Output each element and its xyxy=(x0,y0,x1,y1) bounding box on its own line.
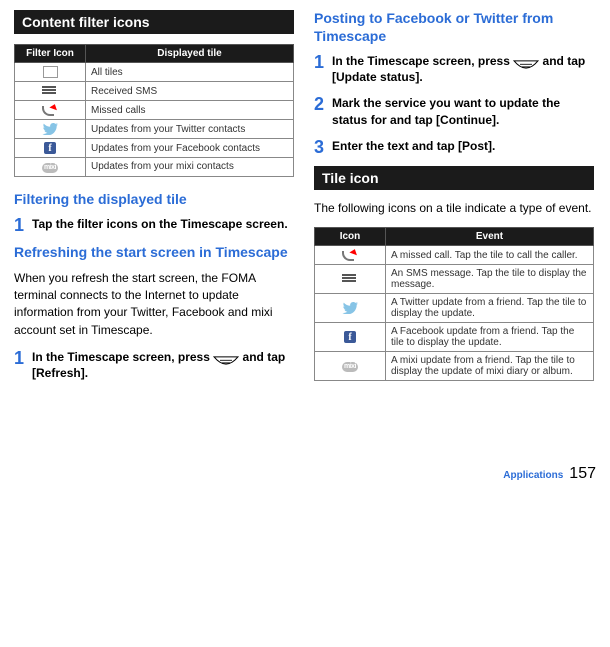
table-cell: An SMS message. Tap the tile to display … xyxy=(386,265,594,294)
twitter-icon xyxy=(342,302,358,314)
step-number: 3 xyxy=(314,138,324,156)
step-number: 1 xyxy=(14,216,24,234)
sms-icon xyxy=(42,85,58,97)
table-header-displayed-tile: Displayed tile xyxy=(86,45,294,63)
filtering-step-1: 1 Tap the filter icons on the Timescape … xyxy=(14,216,294,234)
table-cell: Updates from your Twitter contacts xyxy=(86,120,294,139)
table-cell: A mixi update from a friend. Tap the til… xyxy=(386,352,594,381)
table-cell: All tiles xyxy=(86,63,294,82)
missed-call-icon xyxy=(342,249,358,261)
posting-step-1: 1 In the Timescape screen, press and tap… xyxy=(314,53,594,85)
table-cell: Missed calls xyxy=(86,101,294,120)
table-header-icon: Icon xyxy=(315,228,386,246)
table-row: An SMS message. Tap the tile to display … xyxy=(315,265,594,294)
tile-icon-heading: Tile icon xyxy=(314,166,594,190)
table-header-event: Event xyxy=(386,228,594,246)
refreshing-heading: Refreshing the start screen in Timescape xyxy=(14,244,294,262)
left-column: Content filter icons Filter Icon Display… xyxy=(14,10,294,395)
tile-icon-body: The following icons on a tile indicate a… xyxy=(314,200,594,217)
step-text: Tap the filter icons on the Timescape sc… xyxy=(32,216,288,232)
facebook-icon: f xyxy=(44,142,56,154)
table-row: A missed call. Tap the tile to call the … xyxy=(315,246,594,265)
step-number: 1 xyxy=(14,349,24,367)
page-footer: Applications 157 xyxy=(0,465,610,493)
table-row: Updates from your Twitter contacts xyxy=(15,120,294,139)
table-row: f Updates from your Facebook contacts xyxy=(15,139,294,158)
table-cell: A Facebook update from a friend. Tap the… xyxy=(386,323,594,352)
refreshing-body: When you refresh the start screen, the F… xyxy=(14,270,294,340)
mixi-icon: mixi xyxy=(42,163,58,173)
missed-call-icon xyxy=(42,104,58,116)
table-row: f A Facebook update from a friend. Tap t… xyxy=(315,323,594,352)
table-row: mixi A mixi update from a friend. Tap th… xyxy=(315,352,594,381)
table-row: Missed calls xyxy=(15,101,294,120)
step-text: In the Timescape screen, press and tap [… xyxy=(32,349,294,381)
posting-step-3: 3 Enter the text and tap [Post]. xyxy=(314,138,594,156)
menu-key-icon xyxy=(513,57,539,73)
table-row: All tiles xyxy=(15,63,294,82)
step-text: Mark the service you want to update the … xyxy=(332,95,594,127)
table-row: mixi Updates from your mixi contacts xyxy=(15,158,294,177)
step-text: Enter the text and tap [Post]. xyxy=(332,138,495,154)
step-number: 2 xyxy=(314,95,324,113)
table-row: Received SMS xyxy=(15,82,294,101)
step-number: 1 xyxy=(314,53,324,71)
sms-icon xyxy=(342,273,358,285)
table-header-filter-icon: Filter Icon xyxy=(15,45,86,63)
footer-section-label: Applications xyxy=(503,470,563,481)
step-text-pre: In the Timescape screen, press xyxy=(32,350,213,364)
refreshing-step-1: 1 In the Timescape screen, press and tap… xyxy=(14,349,294,381)
step-text: In the Timescape screen, press and tap [… xyxy=(332,53,594,85)
table-cell: Updates from your Facebook contacts xyxy=(86,139,294,158)
step-text-pre: In the Timescape screen, press xyxy=(332,54,513,68)
table-cell: A missed call. Tap the tile to call the … xyxy=(386,246,594,265)
facebook-icon: f xyxy=(344,331,356,343)
table-cell: Updates from your mixi contacts xyxy=(86,158,294,177)
content-filter-icons-heading: Content filter icons xyxy=(14,10,294,34)
filtering-heading: Filtering the displayed tile xyxy=(14,191,294,209)
content-filter-table: Filter Icon Displayed tile All tiles Rec… xyxy=(14,44,294,177)
table-cell: Received SMS xyxy=(86,82,294,101)
mixi-icon: mixi xyxy=(342,362,358,372)
footer-page-number: 157 xyxy=(569,465,596,483)
twitter-icon xyxy=(42,123,58,135)
menu-key-icon xyxy=(213,353,239,369)
tile-icon-table: Icon Event A missed call. Tap the tile t… xyxy=(314,227,594,381)
all-tiles-icon xyxy=(43,66,58,78)
table-row: A Twitter update from a friend. Tap the … xyxy=(315,294,594,323)
posting-heading: Posting to Facebook or Twitter from Time… xyxy=(314,10,594,45)
posting-step-2: 2 Mark the service you want to update th… xyxy=(314,95,594,127)
right-column: Posting to Facebook or Twitter from Time… xyxy=(314,10,594,395)
table-cell: A Twitter update from a friend. Tap the … xyxy=(386,294,594,323)
